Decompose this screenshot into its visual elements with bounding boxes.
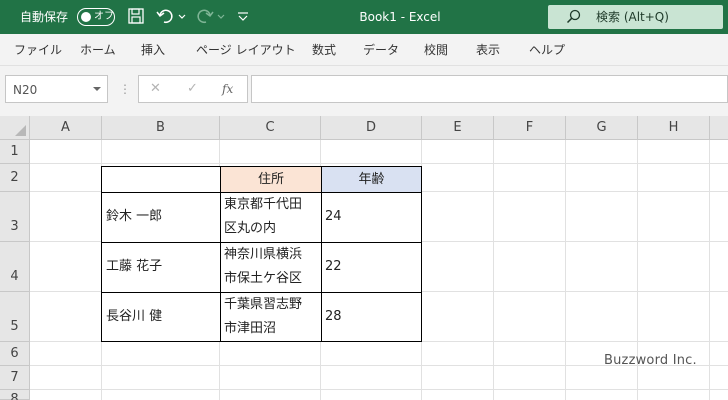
cell-b3[interactable]: 鈴木 一郎 bbox=[101, 192, 221, 243]
redo-dropdown-icon[interactable] bbox=[217, 7, 227, 27]
autosave-state: オフ bbox=[94, 11, 114, 22]
formula-input[interactable] bbox=[251, 75, 728, 103]
ribbon-tabs: ファイル ホーム 挿入 ページ レイアウト 数式 データ 校閲 表示 ヘルプ bbox=[0, 34, 728, 66]
tab-help[interactable]: ヘルプ bbox=[529, 42, 565, 58]
tab-data[interactable]: データ bbox=[363, 42, 399, 58]
undo-dropdown-icon[interactable] bbox=[178, 7, 188, 27]
enter-icon[interactable]: ✓ bbox=[187, 81, 198, 97]
row-header-4[interactable]: 4 bbox=[0, 242, 30, 292]
column-header-d[interactable]: D bbox=[321, 116, 422, 140]
cancel-icon[interactable]: ✕ bbox=[150, 81, 161, 97]
address-line-1: 東京都千代田 bbox=[224, 197, 303, 212]
gridline bbox=[493, 140, 494, 400]
row-header-1[interactable]: 1 bbox=[0, 140, 30, 164]
address-line-1: 千葉県習志野 bbox=[224, 297, 303, 312]
gridline bbox=[30, 163, 728, 164]
address-line-2: 市津田沼 bbox=[224, 321, 277, 336]
column-header-e[interactable]: E bbox=[422, 116, 494, 140]
toggle-knob bbox=[81, 12, 91, 22]
search-label: 検索 (Alt+Q) bbox=[596, 10, 669, 24]
row-header-3[interactable]: 3 bbox=[0, 192, 30, 242]
cell-c4[interactable]: 神奈川県横浜 市保土ケ谷区 bbox=[220, 242, 322, 293]
insert-function-icon[interactable]: fx bbox=[222, 81, 233, 97]
address-line-1: 神奈川県横浜 bbox=[224, 247, 303, 262]
search-icon bbox=[566, 9, 582, 29]
select-all-corner[interactable] bbox=[0, 116, 30, 140]
watermark: Buzzword Inc. bbox=[604, 353, 697, 368]
tab-home[interactable]: ホーム bbox=[80, 42, 116, 58]
column-header-h[interactable]: H bbox=[638, 116, 710, 140]
cell-c2[interactable]: 住所 bbox=[220, 166, 322, 193]
cell-c3[interactable]: 東京都千代田 区丸の内 bbox=[220, 192, 322, 243]
row-header-5[interactable]: 5 bbox=[0, 292, 30, 342]
row-header-7[interactable]: 7 bbox=[0, 366, 30, 390]
cell-d5[interactable]: 28 bbox=[321, 292, 422, 342]
tab-review[interactable]: 校閲 bbox=[424, 42, 448, 58]
cell-d2[interactable]: 年齢 bbox=[321, 166, 422, 193]
row-header-8[interactable]: 8 bbox=[0, 390, 30, 400]
name-box[interactable]: N20 bbox=[5, 75, 108, 103]
search-box[interactable]: 検索 (Alt+Q) bbox=[548, 5, 723, 29]
window-title: Book1 - Excel bbox=[359, 10, 441, 24]
undo-icon[interactable] bbox=[156, 7, 176, 27]
autosave-toggle[interactable]: オフ bbox=[77, 8, 115, 26]
tab-insert[interactable]: 挿入 bbox=[141, 42, 165, 58]
cell-b2[interactable] bbox=[101, 166, 221, 193]
tab-formulas[interactable]: 数式 bbox=[312, 42, 336, 58]
autosave-label: 自動保存 bbox=[20, 10, 69, 24]
column-header-a[interactable]: A bbox=[30, 116, 102, 140]
column-header-g[interactable]: G bbox=[566, 116, 638, 140]
cell-c5[interactable]: 千葉県習志野 市津田沼 bbox=[220, 292, 322, 342]
cell-b5[interactable]: 長谷川 健 bbox=[101, 292, 221, 342]
tab-file[interactable]: ファイル bbox=[14, 42, 62, 58]
title-bar: 自動保存 オフ Book1 - Excel 検索 (Alt+Q) bbox=[0, 0, 728, 34]
customize-icon[interactable] bbox=[236, 7, 256, 27]
gridline bbox=[709, 140, 710, 400]
row-header-2[interactable]: 2 bbox=[0, 164, 30, 192]
name-box-value: N20 bbox=[13, 83, 38, 97]
formula-bar-grip[interactable]: ⋮ bbox=[119, 82, 131, 96]
select-all-triangle bbox=[15, 125, 26, 136]
formula-bar: N20 ⋮ ✕ ✓ fx bbox=[0, 66, 728, 116]
row-header-6[interactable]: 6 bbox=[0, 342, 30, 366]
address-line-2: 区丸の内 bbox=[224, 221, 277, 236]
cell-d3[interactable]: 24 bbox=[321, 192, 422, 243]
column-header-f[interactable]: F bbox=[494, 116, 566, 140]
tab-page-layout[interactable]: ページ レイアウト bbox=[196, 42, 296, 58]
column-header-c[interactable]: C bbox=[220, 116, 321, 140]
chevron-down-icon[interactable] bbox=[93, 87, 101, 91]
address-line-2: 市保土ケ谷区 bbox=[224, 271, 303, 286]
gridline bbox=[565, 140, 566, 400]
tab-view[interactable]: 表示 bbox=[476, 42, 500, 58]
gridline bbox=[30, 389, 728, 390]
formula-buttons: ✕ ✓ fx bbox=[138, 75, 248, 103]
save-icon[interactable] bbox=[127, 7, 147, 27]
redo-icon[interactable] bbox=[196, 7, 216, 27]
column-header-b[interactable]: B bbox=[102, 116, 220, 140]
column-header-i[interactable] bbox=[710, 116, 728, 140]
cell-d4[interactable]: 22 bbox=[321, 242, 422, 293]
cell-b4[interactable]: 工藤 花子 bbox=[101, 242, 221, 293]
